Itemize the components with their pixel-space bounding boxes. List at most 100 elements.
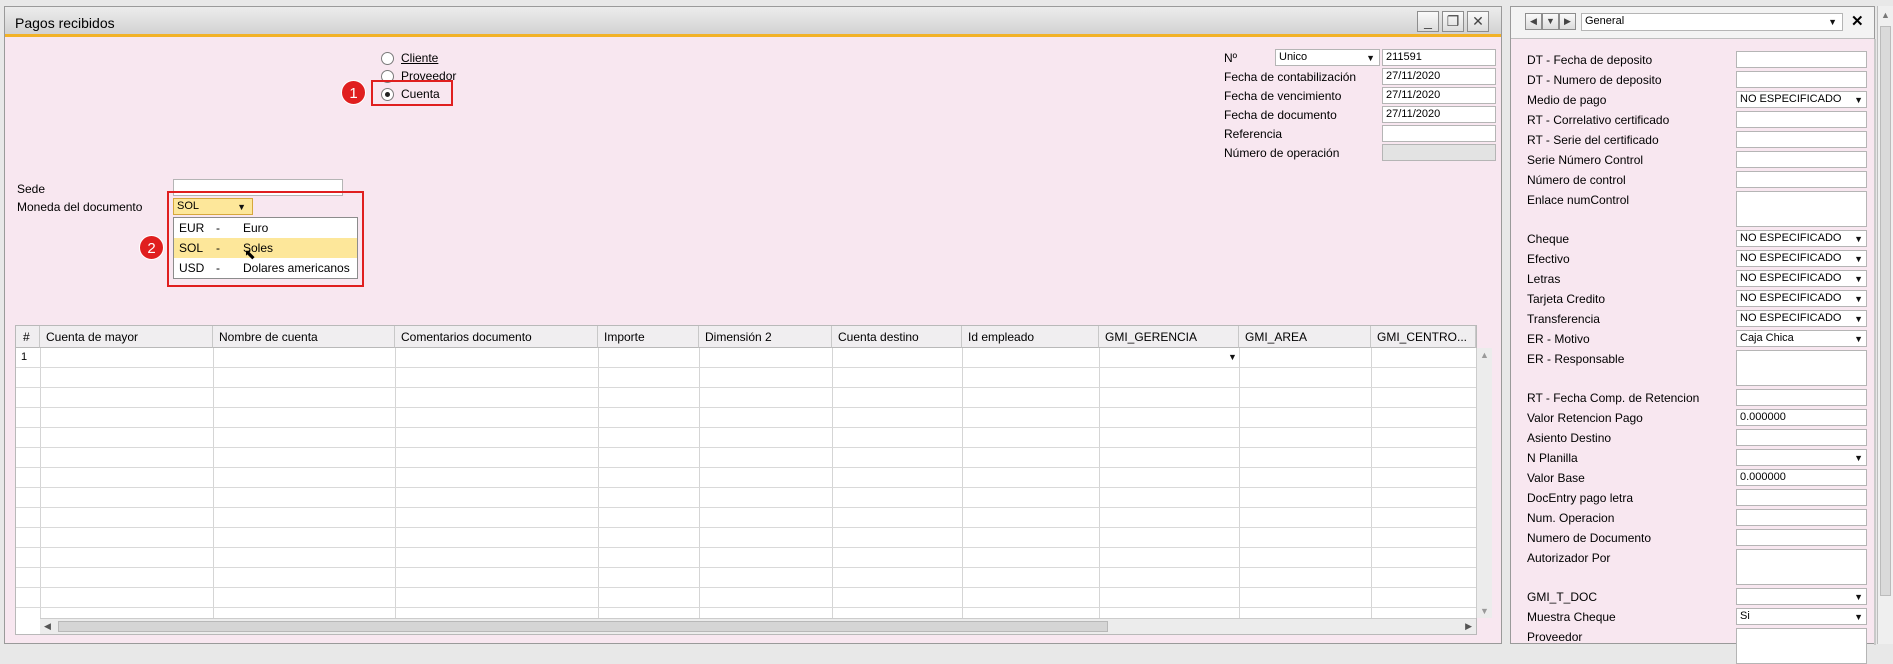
panel-field-label: Efectivo (1527, 252, 1570, 266)
table-row[interactable] (16, 468, 1476, 488)
col-header-importe[interactable]: Importe (598, 326, 699, 348)
chevron-down-icon: ▼ (1852, 590, 1863, 604)
panel-field-input[interactable] (1736, 429, 1867, 446)
panel-scrollbar[interactable]: ▲ (1877, 6, 1893, 644)
panel-field-label: Letras (1527, 272, 1561, 286)
highlight-box-cuenta (371, 80, 453, 106)
minimize-button[interactable]: _ (1417, 11, 1439, 32)
panel-field-select[interactable]: ▼ (1736, 449, 1867, 466)
horizontal-scrollbar[interactable]: ◀ ▶ (40, 618, 1476, 634)
table-row[interactable] (16, 408, 1476, 428)
table-row[interactable] (16, 368, 1476, 388)
scroll-up-icon[interactable]: ▲ (1881, 10, 1890, 20)
panel-field-select[interactable]: Si ▼ (1736, 608, 1867, 625)
panel-field-value: NO ESPECIFICADO (1740, 312, 1842, 324)
col-header-gmi-centro[interactable]: GMI_CENTRO... (1371, 326, 1476, 348)
due-date-field[interactable]: 27/11/2020 (1382, 87, 1496, 104)
scroll-up-icon[interactable]: ▲ (1480, 350, 1489, 360)
chevron-down-icon: ▼ (1852, 93, 1863, 107)
table-row[interactable] (16, 568, 1476, 588)
panel-field-input[interactable] (1736, 51, 1867, 68)
table-row[interactable] (16, 448, 1476, 468)
posting-date-field[interactable]: 27/11/2020 (1382, 68, 1496, 85)
panel-field-input[interactable] (1736, 489, 1867, 506)
panel-field-value: 0.000000 (1740, 471, 1786, 483)
next-icon[interactable]: ▶ (1559, 13, 1576, 30)
table-row[interactable]: 1 ▼ (16, 348, 1476, 368)
panel-field-label: DocEntry pago letra (1527, 491, 1634, 505)
close-button[interactable]: ✕ (1467, 11, 1489, 32)
panel-field-input[interactable] (1736, 350, 1867, 386)
panel-field-input[interactable] (1736, 509, 1867, 526)
panel-field-label: Valor Retencion Pago (1527, 411, 1643, 425)
chevron-down-icon[interactable]: ▼ (1228, 352, 1237, 362)
scroll-down-icon[interactable]: ▼ (1480, 606, 1489, 616)
radio-cliente[interactable] (381, 52, 394, 65)
panel-field-input[interactable] (1736, 549, 1867, 585)
series-select[interactable]: Unico ▼ (1275, 49, 1380, 66)
panel-field-input[interactable]: 0.000000 (1736, 469, 1867, 486)
title-bar[interactable]: Pagos recibidos _ ❐ ✕ (5, 7, 1501, 37)
panel-field-select[interactable]: NO ESPECIFICADO ▼ (1736, 270, 1867, 287)
scroll-right-icon[interactable]: ▶ (1465, 621, 1472, 632)
panel-field-input[interactable] (1736, 628, 1867, 664)
panel-field-input[interactable] (1736, 389, 1867, 406)
panel-field-label: DT - Numero de deposito (1527, 73, 1662, 87)
col-header-gmi-gerencia[interactable]: GMI_GERENCIA (1099, 326, 1239, 348)
vertical-scrollbar[interactable]: ▲ ▼ (1476, 348, 1492, 618)
table-row[interactable] (16, 388, 1476, 408)
col-header-cuenta-destino[interactable]: Cuenta destino (832, 326, 962, 348)
panel-close-icon[interactable]: ✕ (1851, 12, 1864, 30)
doc-number-field[interactable]: 211591 (1382, 49, 1496, 66)
category-select[interactable]: General ▼ (1581, 13, 1843, 31)
table-row[interactable] (16, 548, 1476, 568)
col-header-gmi-area[interactable]: GMI_AREA (1239, 326, 1371, 348)
panel-field-input[interactable] (1736, 171, 1867, 188)
scroll-thumb[interactable] (1880, 26, 1891, 596)
panel-field-label: RT - Fecha Comp. de Retencion (1527, 391, 1700, 405)
table-row[interactable] (16, 588, 1476, 608)
radio-cliente-label[interactable]: Cliente (401, 51, 438, 65)
panel-field-input[interactable] (1736, 191, 1867, 227)
panel-field-input[interactable] (1736, 111, 1867, 128)
panel-field-input[interactable] (1736, 131, 1867, 148)
reference-field[interactable] (1382, 125, 1496, 142)
panel-field-value: NO ESPECIFICADO (1740, 252, 1842, 264)
scroll-left-icon[interactable]: ◀ (44, 621, 51, 632)
panel-field-input[interactable]: 0.000000 (1736, 409, 1867, 426)
down-icon[interactable]: ▼ (1542, 13, 1559, 30)
col-header-dimension2[interactable]: Dimensión 2 (699, 326, 832, 348)
panel-field-label: Numero de Documento (1527, 531, 1652, 545)
chevron-down-icon: ▼ (1852, 332, 1863, 346)
chevron-down-icon: ▼ (1852, 610, 1863, 624)
panel-field-label: Proveedor (1527, 630, 1583, 644)
document-date-field[interactable]: 27/11/2020 (1382, 106, 1496, 123)
col-header-nombre-cuenta[interactable]: Nombre de cuenta (213, 326, 395, 348)
panel-field-label: Serie Número Control (1527, 153, 1644, 167)
col-header-id-empleado[interactable]: Id empleado (962, 326, 1099, 348)
panel-field-select[interactable]: Caja Chica ▼ (1736, 330, 1867, 347)
chevron-down-icon: ▼ (1828, 17, 1837, 27)
panel-field-input[interactable] (1736, 529, 1867, 546)
panel-field-input[interactable] (1736, 71, 1867, 88)
panel-field-select[interactable]: NO ESPECIFICADO ▼ (1736, 230, 1867, 247)
panel-fields: DT - Fecha de deposito DT - Numero de dep… (1511, 39, 1874, 664)
panel-field-select[interactable]: NO ESPECIFICADO ▼ (1736, 290, 1867, 307)
panel-field-select[interactable]: NO ESPECIFICADO ▼ (1736, 91, 1867, 108)
table-row[interactable] (16, 508, 1476, 528)
scroll-thumb[interactable] (58, 621, 1108, 632)
table-row[interactable] (16, 428, 1476, 448)
col-header-num[interactable]: # (16, 326, 40, 348)
restore-button[interactable]: ❐ (1442, 11, 1464, 32)
panel-field-select[interactable]: ▼ (1736, 588, 1867, 605)
panel-field-label: Medio de pago (1527, 93, 1607, 107)
panel-field-input[interactable] (1736, 151, 1867, 168)
panel-field-select[interactable]: NO ESPECIFICADO ▼ (1736, 310, 1867, 327)
prev-icon[interactable]: ◀ (1525, 13, 1542, 30)
table-row[interactable] (16, 528, 1476, 548)
panel-field-select[interactable]: NO ESPECIFICADO ▼ (1736, 250, 1867, 267)
col-header-cuenta-mayor[interactable]: Cuenta de mayor (40, 326, 213, 348)
col-header-comentarios[interactable]: Comentarios documento (395, 326, 598, 348)
chevron-down-icon: ▼ (1852, 232, 1863, 246)
table-row[interactable] (16, 488, 1476, 508)
